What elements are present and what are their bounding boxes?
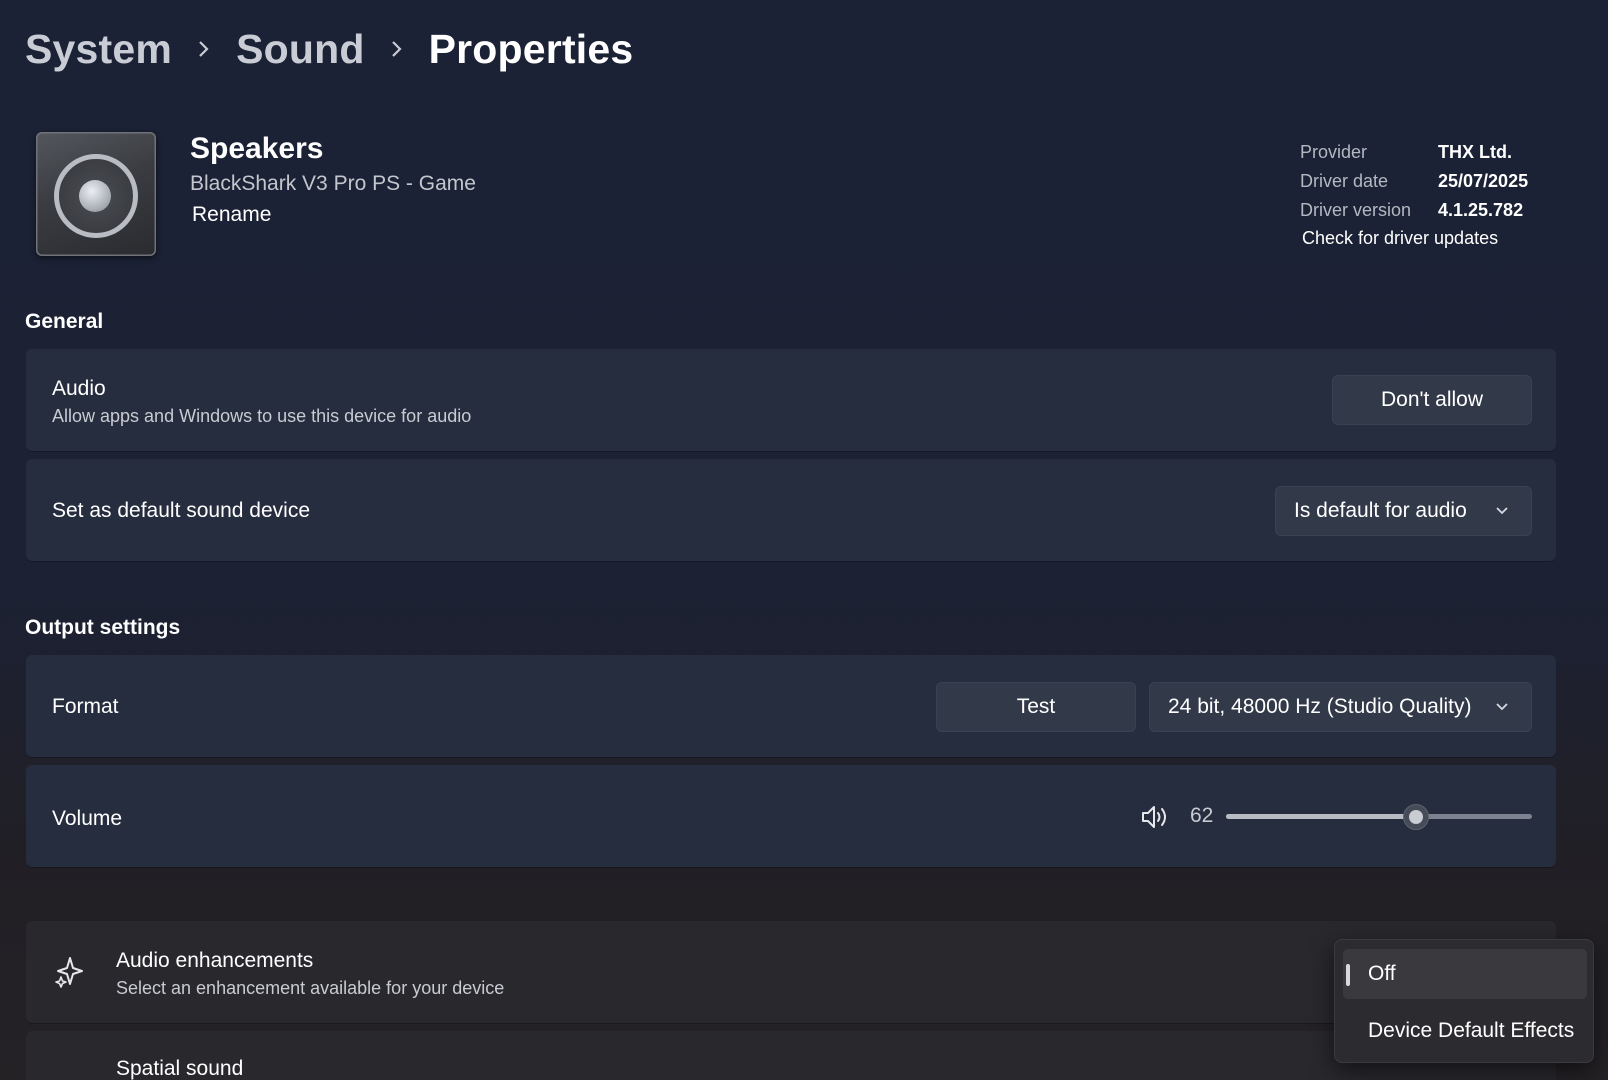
breadcrumb-system[interactable]: System <box>25 26 172 73</box>
default-device-dropdown[interactable]: Is default for audio <box>1275 486 1532 536</box>
audio-enhancements-label: Audio enhancements <box>116 949 314 972</box>
default-device-label: Set as default sound device <box>52 499 311 522</box>
spatial-sound-label: Spatial sound <box>116 1057 244 1080</box>
format-label: Format <box>52 695 119 718</box>
audio-label: Audio <box>52 377 106 400</box>
format-dropdown[interactable]: 24 bit, 48000 Hz (Studio Quality) <box>1149 682 1532 732</box>
format-value: 24 bit, 48000 Hz (Studio Quality) <box>1168 695 1472 718</box>
volume-slider[interactable] <box>1226 804 1532 830</box>
device-name: Speakers <box>190 132 324 165</box>
audio-enhancements-description: Select an enhancement available for your… <box>116 978 505 998</box>
rename-link[interactable]: Rename <box>192 203 271 227</box>
breadcrumb-properties: Properties <box>428 25 634 72</box>
chevron-down-icon <box>1496 507 1508 515</box>
chevron-down-icon <box>1496 703 1508 711</box>
format-card: Format Test 24 bit, 48000 Hz (Studio Qua… <box>26 655 1556 757</box>
audio-card: Audio Allow apps and Windows to use this… <box>26 349 1556 451</box>
audio-description: Allow apps and Windows to use this devic… <box>52 406 472 426</box>
driver-version-label: Driver version <box>1300 200 1412 220</box>
chevron-right-icon <box>365 39 429 59</box>
section-title-general: General <box>25 310 104 333</box>
breadcrumb-sound[interactable]: Sound <box>236 26 365 73</box>
enhancements-dropdown-menu: Off Device Default Effects <box>1334 939 1594 1063</box>
device-model: BlackShark V3 Pro PS - Game <box>190 172 476 195</box>
sparkle-icon <box>55 957 83 988</box>
spatial-sound-card: Spatial sound <box>26 1031 1556 1080</box>
check-driver-updates-link[interactable]: Check for driver updates <box>1302 228 1498 249</box>
breadcrumb: System Sound Properties <box>25 20 633 78</box>
provider-value: THX Ltd. <box>1438 142 1512 162</box>
provider-label: Provider <box>1300 142 1368 162</box>
driver-info: Provider THX Ltd. Driver date 25/07/2025… <box>1300 138 1528 225</box>
speaker-volume-icon[interactable] <box>1140 804 1170 830</box>
driver-date-label: Driver date <box>1300 171 1389 191</box>
chevron-right-icon <box>172 39 236 59</box>
default-device-value: Is default for audio <box>1294 499 1467 522</box>
test-button[interactable]: Test <box>936 682 1136 732</box>
volume-value: 62 <box>1190 804 1214 827</box>
enhancement-option-off[interactable]: Off <box>1343 949 1587 999</box>
enhancement-option-label: Device Default Effects <box>1368 1019 1575 1042</box>
volume-label: Volume <box>52 807 123 830</box>
default-device-card: Set as default sound device Is default f… <box>26 459 1556 561</box>
volume-slider-thumb[interactable] <box>1402 804 1429 830</box>
section-title-output: Output settings <box>25 616 181 639</box>
enhancement-option-label: Off <box>1368 962 1396 985</box>
volume-slider-fill <box>1226 814 1416 819</box>
selection-indicator <box>1346 964 1350 986</box>
dont-allow-button[interactable]: Don't allow <box>1332 375 1532 425</box>
audio-enhancements-card: Audio enhancements Select an enhancement… <box>26 921 1556 1023</box>
enhancement-option-device-default[interactable]: Device Default Effects <box>1343 1006 1587 1056</box>
driver-version-value: 4.1.25.782 <box>1438 200 1524 220</box>
speaker-icon <box>36 132 156 256</box>
driver-date-value: 25/07/2025 <box>1438 171 1529 191</box>
